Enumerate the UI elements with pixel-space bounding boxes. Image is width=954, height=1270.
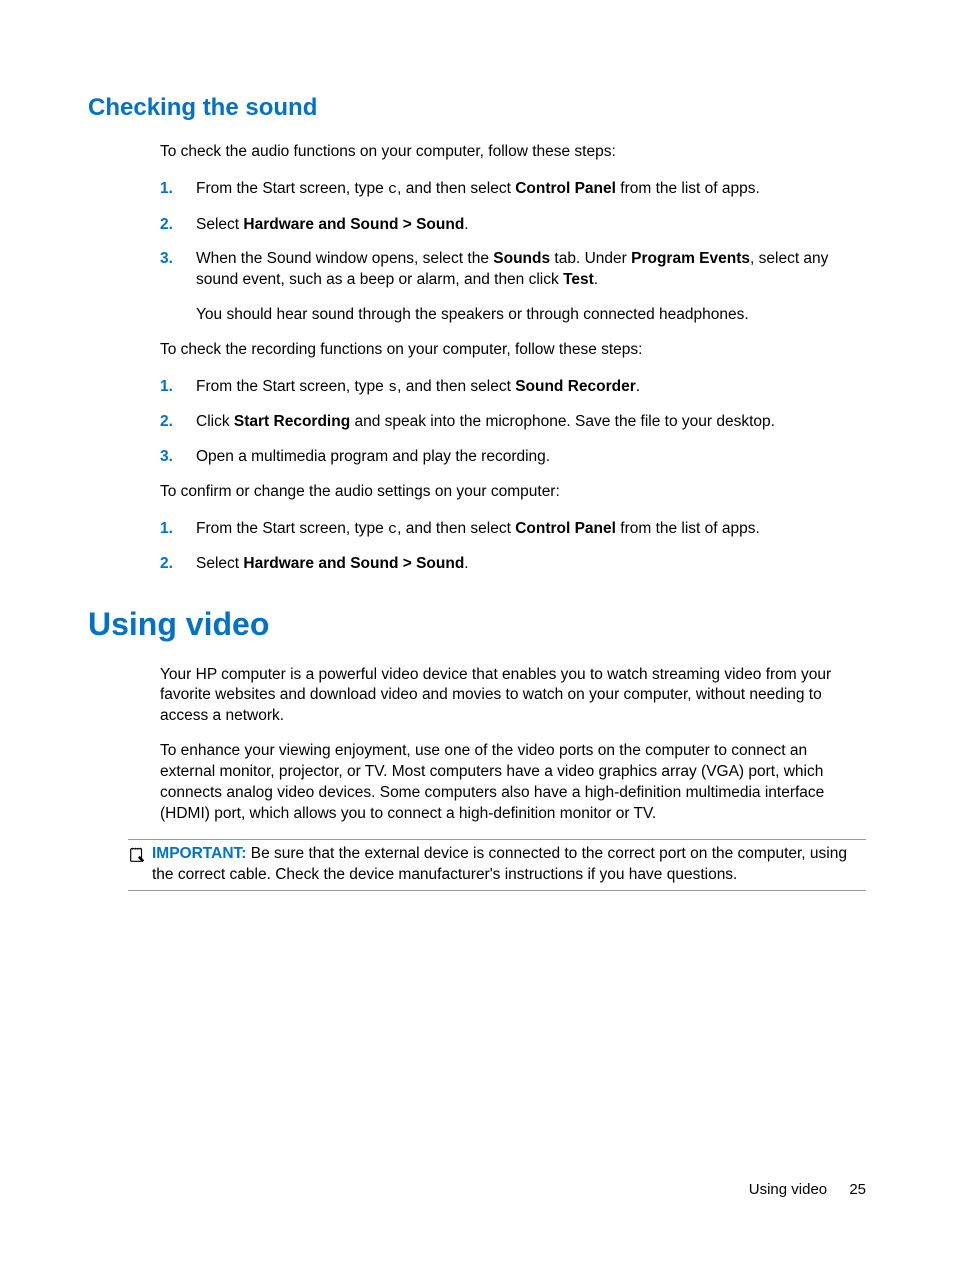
list-number: 2. — [160, 554, 196, 575]
section-heading-checking-sound: Checking the sound — [88, 92, 866, 124]
list-item: 2. Click Start Recording and speak into … — [160, 412, 866, 433]
note-icon — [128, 846, 148, 871]
list-item-body: Select Hardware and Sound > Sound. — [196, 554, 866, 575]
list-number: 1. — [160, 179, 196, 200]
important-text: IMPORTANT: Be sure that the external dev… — [152, 844, 866, 886]
list-item: 1. From the Start screen, type s, and th… — [160, 377, 866, 398]
page-footer: Using video 25 — [749, 1180, 866, 1200]
intro-paragraph: To check the recording functions on your… — [160, 340, 866, 361]
list-item-body: Open a multimedia program and play the r… — [196, 447, 866, 468]
list-item: 1. From the Start screen, type c, and th… — [160, 179, 866, 200]
list-item-body: From the Start screen, type c, and then … — [196, 179, 866, 200]
ordered-list-confirm-settings: 1. From the Start screen, type c, and th… — [160, 519, 866, 575]
ordered-list-recording-check: 1. From the Start screen, type s, and th… — [160, 377, 866, 468]
list-number: 2. — [160, 412, 196, 433]
list-item: 3. Open a multimedia program and play th… — [160, 447, 866, 468]
intro-paragraph: To confirm or change the audio settings … — [160, 482, 866, 503]
important-note: IMPORTANT: Be sure that the external dev… — [128, 839, 866, 891]
list-item: 2. Select Hardware and Sound > Sound. — [160, 554, 866, 575]
intro-paragraph: To check the audio functions on your com… — [160, 142, 866, 163]
list-item: 1. From the Start screen, type c, and th… — [160, 519, 866, 540]
list-item-body: From the Start screen, type s, and then … — [196, 377, 866, 398]
list-item: 2. Select Hardware and Sound > Sound. — [160, 215, 866, 236]
ordered-list-audio-check: 1. From the Start screen, type c, and th… — [160, 179, 866, 326]
page-number: 25 — [849, 1181, 866, 1198]
list-number: 1. — [160, 377, 196, 398]
footer-label: Using video — [749, 1181, 827, 1198]
list-number: 3. — [160, 447, 196, 468]
list-item-body: Select Hardware and Sound > Sound. — [196, 215, 866, 236]
list-number: 3. — [160, 249, 196, 326]
list-item-body: Click Start Recording and speak into the… — [196, 412, 866, 433]
body-paragraph: To enhance your viewing enjoyment, use o… — [160, 741, 866, 825]
list-number: 1. — [160, 519, 196, 540]
list-item: 3. When the Sound window opens, select t… — [160, 249, 866, 326]
section-heading-using-video: Using video — [88, 603, 866, 646]
list-item-body: From the Start screen, type c, and then … — [196, 519, 866, 540]
body-paragraph: Your HP computer is a powerful video dev… — [160, 665, 866, 728]
list-number: 2. — [160, 215, 196, 236]
list-item-body: When the Sound window opens, select the … — [196, 249, 866, 326]
